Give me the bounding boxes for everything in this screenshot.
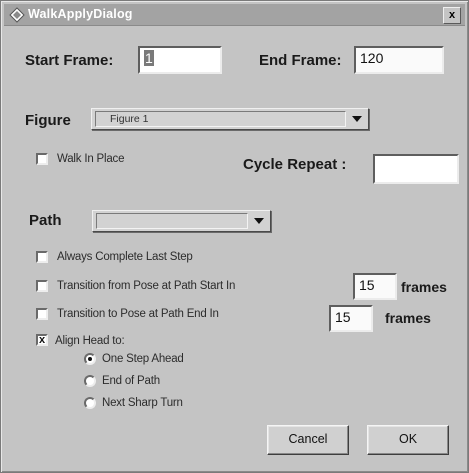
transition-from-frames-field[interactable]: 15	[353, 273, 397, 300]
cancel-button[interactable]: Cancel	[267, 425, 349, 455]
figure-dropdown[interactable]: Figure 1	[91, 108, 369, 130]
transition-to-checkbox[interactable]	[36, 308, 48, 320]
radio-end-of-path-label: End of Path	[102, 375, 160, 387]
end-frame-field[interactable]: 120	[354, 46, 444, 74]
radio-end-of-path[interactable]	[84, 375, 96, 387]
align-head-label: Align Head to:	[55, 335, 125, 347]
chevron-down-icon	[254, 218, 264, 224]
transition-to-label: Transition to Pose at Path End In	[57, 308, 219, 320]
walk-apply-dialog: WalkApplyDialog x Start Frame: 1 End Fra…	[0, 0, 469, 473]
app-diamond-icon	[9, 7, 25, 23]
transition-to-frames-field[interactable]: 15	[329, 305, 373, 332]
title-bar[interactable]: WalkApplyDialog x	[4, 4, 465, 26]
radio-next-sharp-turn-label: Next Sharp Turn	[102, 397, 183, 409]
figure-label: Figure	[25, 112, 71, 129]
radio-next-sharp-turn[interactable]	[84, 397, 96, 409]
transition-from-unit: frames	[401, 279, 447, 295]
cycle-repeat-field[interactable]	[373, 154, 459, 184]
walk-in-place-label: Walk In Place	[57, 153, 125, 165]
always-complete-checkbox[interactable]	[36, 251, 48, 263]
chevron-down-icon	[352, 116, 362, 122]
walk-in-place-checkbox[interactable]	[36, 153, 48, 165]
start-frame-value: 1	[144, 50, 154, 66]
radio-one-step-ahead[interactable]	[84, 353, 96, 365]
align-head-checkbox[interactable]: x	[36, 334, 48, 346]
radio-one-step-ahead-label: One Step Ahead	[102, 353, 184, 365]
end-frame-label: End Frame:	[259, 52, 342, 69]
transition-from-label: Transition from Pose at Path Start In	[57, 280, 236, 292]
start-frame-field[interactable]: 1	[138, 46, 222, 74]
always-complete-label: Always Complete Last Step	[57, 251, 193, 263]
figure-selected-value: Figure 1	[95, 111, 346, 127]
path-label: Path	[29, 212, 62, 229]
start-frame-label: Start Frame:	[25, 52, 114, 69]
transition-from-checkbox[interactable]	[36, 280, 48, 292]
path-selected-value	[96, 213, 248, 229]
ok-button[interactable]: OK	[367, 425, 449, 455]
path-dropdown[interactable]	[92, 210, 271, 232]
window-title: WalkApplyDialog	[28, 7, 133, 21]
close-button[interactable]: x	[443, 7, 461, 24]
transition-to-unit: frames	[385, 310, 431, 326]
cycle-repeat-label: Cycle Repeat :	[243, 156, 347, 173]
